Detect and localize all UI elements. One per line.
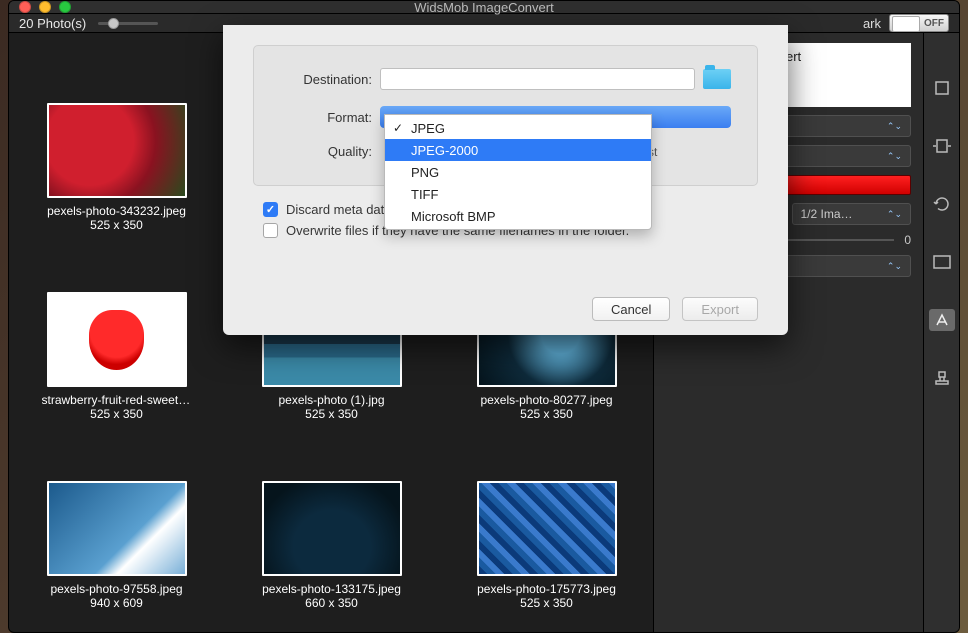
opacity-value: 0 — [904, 233, 911, 247]
crop-icon[interactable] — [931, 77, 953, 99]
thumb-filename: pexels-photo-343232.jpeg — [47, 204, 186, 218]
discard-meta-label: Discard meta data — [286, 202, 392, 217]
discard-meta-checkbox[interactable] — [263, 202, 278, 217]
thumb-dimensions: 525 x 350 — [520, 596, 573, 610]
tab-watermark[interactable]: ark — [863, 16, 881, 31]
thumb-image — [477, 481, 617, 576]
scale-select[interactable]: 1/2 Ima…⌃⌄ — [792, 203, 912, 225]
thumb-size-slider[interactable] — [98, 22, 158, 25]
titlebar: WidsMob ImageConvert — [9, 1, 959, 14]
thumb-dimensions: 525 x 350 — [90, 407, 143, 421]
overwrite-checkbox[interactable] — [263, 223, 278, 238]
format-option[interactable]: JPEG-2000 — [385, 139, 651, 161]
photo-count: 20 Photo(s) — [19, 16, 86, 31]
thumb-image — [262, 481, 402, 576]
rotate-icon[interactable] — [931, 193, 953, 215]
thumb-image — [47, 103, 187, 198]
thumb-filename: pexels-photo-97558.jpeg — [50, 582, 182, 596]
export-button[interactable]: Export — [682, 297, 758, 321]
thumb-filename: pexels-photo-80277.jpeg — [480, 393, 612, 407]
thumb-image — [47, 481, 187, 576]
destination-input[interactable] — [380, 68, 695, 90]
format-option[interactable]: TIFF — [385, 183, 651, 205]
thumb-filename: pexels-photo-175773.jpeg — [477, 582, 616, 596]
thumb-dimensions: 525 x 350 — [520, 407, 573, 421]
thumb-filename: pexels-photo (1).jpg — [278, 393, 384, 407]
thumbnail[interactable]: pexels-photo-343232.jpeg525 x 350 — [39, 103, 194, 232]
thumb-dimensions: 525 x 350 — [90, 218, 143, 232]
watermark-toggle[interactable]: OFF — [889, 14, 949, 32]
quality-label: Quality: — [280, 144, 372, 159]
format-option[interactable]: Microsoft BMP — [385, 205, 651, 227]
export-form: Destination: Format: Quality: st JPEGJPE… — [253, 45, 758, 186]
frame-icon[interactable] — [931, 251, 953, 273]
thumb-filename: strawberry-fruit-red-sweet-54… — [42, 393, 192, 407]
format-label: Format: — [280, 110, 372, 125]
window-title: WidsMob ImageConvert — [9, 0, 959, 15]
cancel-button[interactable]: Cancel — [592, 297, 670, 321]
thumb-dimensions: 525 x 350 — [305, 407, 358, 421]
export-sheet: Destination: Format: Quality: st JPEGJPE… — [223, 25, 788, 335]
stamp-icon[interactable] — [931, 367, 953, 389]
browse-folder-button[interactable] — [703, 69, 731, 89]
thumb-dimensions: 660 x 350 — [305, 596, 358, 610]
destination-label: Destination: — [280, 72, 372, 87]
app-window: WidsMob ImageConvert 20 Photo(s) ark OFF… — [8, 0, 960, 633]
thumbnail[interactable]: pexels-photo-133175.jpeg660 x 350 — [254, 481, 409, 610]
vertical-toolbar — [923, 33, 959, 633]
format-dropdown: JPEGJPEG-2000PNGTIFFMicrosoft BMP — [384, 114, 652, 230]
format-option[interactable]: JPEG — [385, 117, 651, 139]
thumb-filename: pexels-photo-133175.jpeg — [262, 582, 401, 596]
thumbnail[interactable]: pexels-photo-97558.jpeg940 x 609 — [39, 481, 194, 610]
text-watermark-icon[interactable] — [929, 309, 955, 331]
format-option[interactable]: PNG — [385, 161, 651, 183]
resize-icon[interactable] — [931, 135, 953, 157]
thumbnail[interactable]: pexels-photo-175773.jpeg525 x 350 — [469, 481, 624, 610]
toggle-off-label: OFF — [924, 18, 944, 29]
thumbnail[interactable]: strawberry-fruit-red-sweet-54…525 x 350 — [39, 292, 194, 421]
thumb-image — [47, 292, 187, 387]
thumb-dimensions: 940 x 609 — [90, 596, 143, 610]
